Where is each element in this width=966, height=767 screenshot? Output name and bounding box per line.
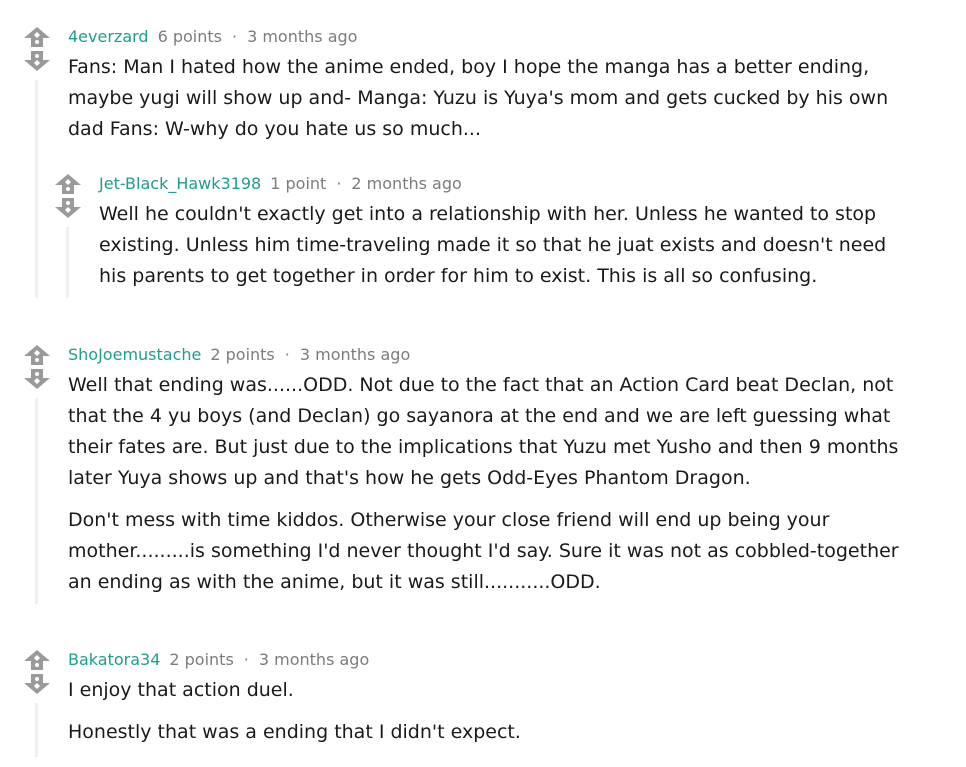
separator: · bbox=[336, 174, 342, 193]
downvote-icon[interactable] bbox=[23, 50, 51, 72]
comment-meta: 4everzard 6 points · 3 months ago bbox=[68, 26, 923, 48]
vote-controls bbox=[23, 649, 51, 695]
comment-reply: Jet-Black_Hawk3198 1 point · 2 months ago W… bbox=[54, 173, 923, 298]
thread-line[interactable] bbox=[35, 80, 38, 298]
vote-controls bbox=[23, 26, 51, 72]
score: 6 points bbox=[157, 27, 222, 46]
comment-body: Fans: Man I hated how the anime ended, b… bbox=[68, 52, 908, 145]
score: 2 points bbox=[169, 650, 234, 669]
comment: 4everzard 6 points · 3 months ago Fans: Man… bbox=[23, 26, 923, 301]
score: 1 point bbox=[270, 174, 327, 193]
comment-paragraph: Don't mess with time kiddos. Otherwise y… bbox=[68, 509, 899, 593]
vote-controls bbox=[23, 344, 51, 390]
downvote-icon[interactable] bbox=[23, 368, 51, 390]
upvote-icon[interactable] bbox=[23, 26, 51, 48]
separator: · bbox=[231, 27, 238, 46]
comment-body: Well he couldn't exactly get into a rela… bbox=[99, 199, 919, 292]
score: 2 points bbox=[210, 345, 275, 364]
timestamp[interactable]: 3 months ago bbox=[259, 650, 369, 669]
comment-body: I enjoy that action duel. Honestly that … bbox=[68, 675, 908, 748]
separator: · bbox=[243, 650, 249, 669]
timestamp[interactable]: 3 months ago bbox=[300, 345, 410, 364]
timestamp[interactable]: 3 months ago bbox=[247, 27, 357, 46]
comment-paragraph: Well that ending was......ODD. Not due t… bbox=[68, 374, 899, 489]
upvote-icon[interactable] bbox=[54, 173, 82, 195]
author-link[interactable]: Jet-Black_Hawk3198 bbox=[99, 174, 261, 193]
author-link[interactable]: ShoJoemustache bbox=[68, 345, 201, 364]
thread-line[interactable] bbox=[35, 398, 38, 604]
comment-paragraph: I enjoy that action duel. bbox=[68, 679, 294, 701]
comment-paragraph: Fans: Man I hated how the anime ended, b… bbox=[68, 56, 889, 140]
separator: · bbox=[284, 345, 290, 364]
comment-meta: ShoJoemustache 2 points · 3 months ago bbox=[68, 344, 923, 366]
downvote-icon[interactable] bbox=[54, 197, 82, 219]
timestamp[interactable]: 2 months ago bbox=[351, 174, 461, 193]
comment-thread: 4everzard 6 points · 3 months ago Fans: Man… bbox=[0, 0, 966, 767]
comment-paragraph: Honestly that was a ending that I didn't… bbox=[68, 721, 521, 743]
comment-meta: Jet-Black_Hawk3198 1 point · 2 months ago bbox=[99, 173, 923, 195]
comment: ShoJoemustache 2 points · 3 months ago Well… bbox=[23, 344, 923, 604]
author-link[interactable]: Bakatora34 bbox=[68, 650, 160, 669]
author-link[interactable]: 4everzard bbox=[68, 27, 149, 46]
vote-controls bbox=[54, 173, 82, 219]
comment: Bakatora34 2 points · 3 months ago I enjoy … bbox=[23, 649, 923, 759]
comment-paragraph: Well he couldn't exactly get into a rela… bbox=[99, 203, 887, 287]
thread-line[interactable] bbox=[35, 703, 38, 757]
downvote-icon[interactable] bbox=[23, 673, 51, 695]
upvote-icon[interactable] bbox=[23, 649, 51, 671]
thread-line[interactable] bbox=[66, 227, 69, 298]
upvote-icon[interactable] bbox=[23, 344, 51, 366]
comment-meta: Bakatora34 2 points · 3 months ago bbox=[68, 649, 923, 671]
comment-body: Well that ending was......ODD. Not due t… bbox=[68, 370, 908, 598]
